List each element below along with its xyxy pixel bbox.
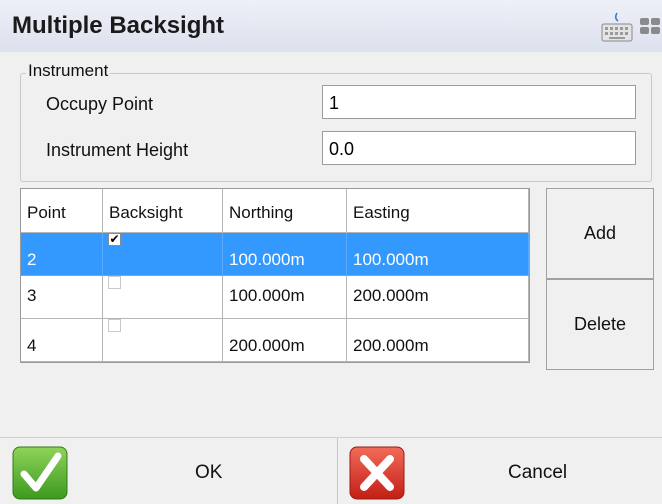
easting-cell: 100.000m: [353, 250, 429, 269]
delete-button-label: Delete: [573, 314, 627, 334]
table-row[interactable]: 4 200.000m 200.000m: [21, 319, 529, 362]
easting-cell: 200.000m: [353, 286, 429, 305]
keyboard-icon[interactable]: [600, 10, 634, 44]
ok-button[interactable]: OK: [0, 438, 337, 504]
backsight-checkbox[interactable]: [108, 276, 121, 289]
add-button[interactable]: Add: [546, 188, 654, 279]
bottom-bar: OK Cancel: [0, 437, 662, 504]
instrument-height-label: Instrument Height: [46, 140, 189, 160]
instrument-height-input[interactable]: [322, 131, 636, 165]
northing-cell: 200.000m: [229, 336, 305, 355]
cancel-button-label: Cancel: [508, 462, 568, 483]
column-header-northing[interactable]: Northing: [223, 189, 347, 233]
cancel-button[interactable]: Cancel: [338, 438, 662, 504]
title-bar: Multiple Backsight: [0, 0, 662, 52]
occupy-point-label: Occupy Point: [46, 94, 154, 114]
table-row[interactable]: 2 ✔ 100.000m 100.000m: [21, 233, 529, 276]
window-title: Multiple Backsight: [12, 12, 225, 39]
occupy-point-input[interactable]: [322, 85, 636, 119]
add-button-label: Add: [583, 223, 617, 243]
grid-menu-icon[interactable]: [638, 10, 662, 42]
point-cell: 4: [27, 336, 37, 355]
backsight-checkbox[interactable]: [108, 319, 121, 332]
ok-button-label: OK: [195, 462, 223, 483]
checkmark-icon: [12, 446, 68, 500]
northing-cell: 100.000m: [229, 250, 305, 269]
close-icon: [349, 446, 405, 500]
backsight-table: Point Backsight Northing Easting 2 ✔ 100…: [20, 188, 530, 363]
easting-cell: 200.000m: [353, 336, 429, 355]
instrument-legend: Instrument: [26, 61, 111, 81]
column-header-point[interactable]: Point: [21, 189, 103, 233]
table-row[interactable]: 3 100.000m 200.000m: [21, 276, 529, 319]
column-header-backsight[interactable]: Backsight: [103, 189, 223, 233]
column-header-easting[interactable]: Easting: [347, 189, 529, 233]
delete-button[interactable]: Delete: [546, 279, 654, 370]
northing-cell: 100.000m: [229, 286, 305, 305]
backsight-checkbox[interactable]: ✔: [108, 233, 121, 246]
point-cell: 2: [27, 250, 37, 269]
table-header: Point Backsight Northing Easting: [21, 189, 529, 233]
point-cell: 3: [27, 286, 37, 305]
